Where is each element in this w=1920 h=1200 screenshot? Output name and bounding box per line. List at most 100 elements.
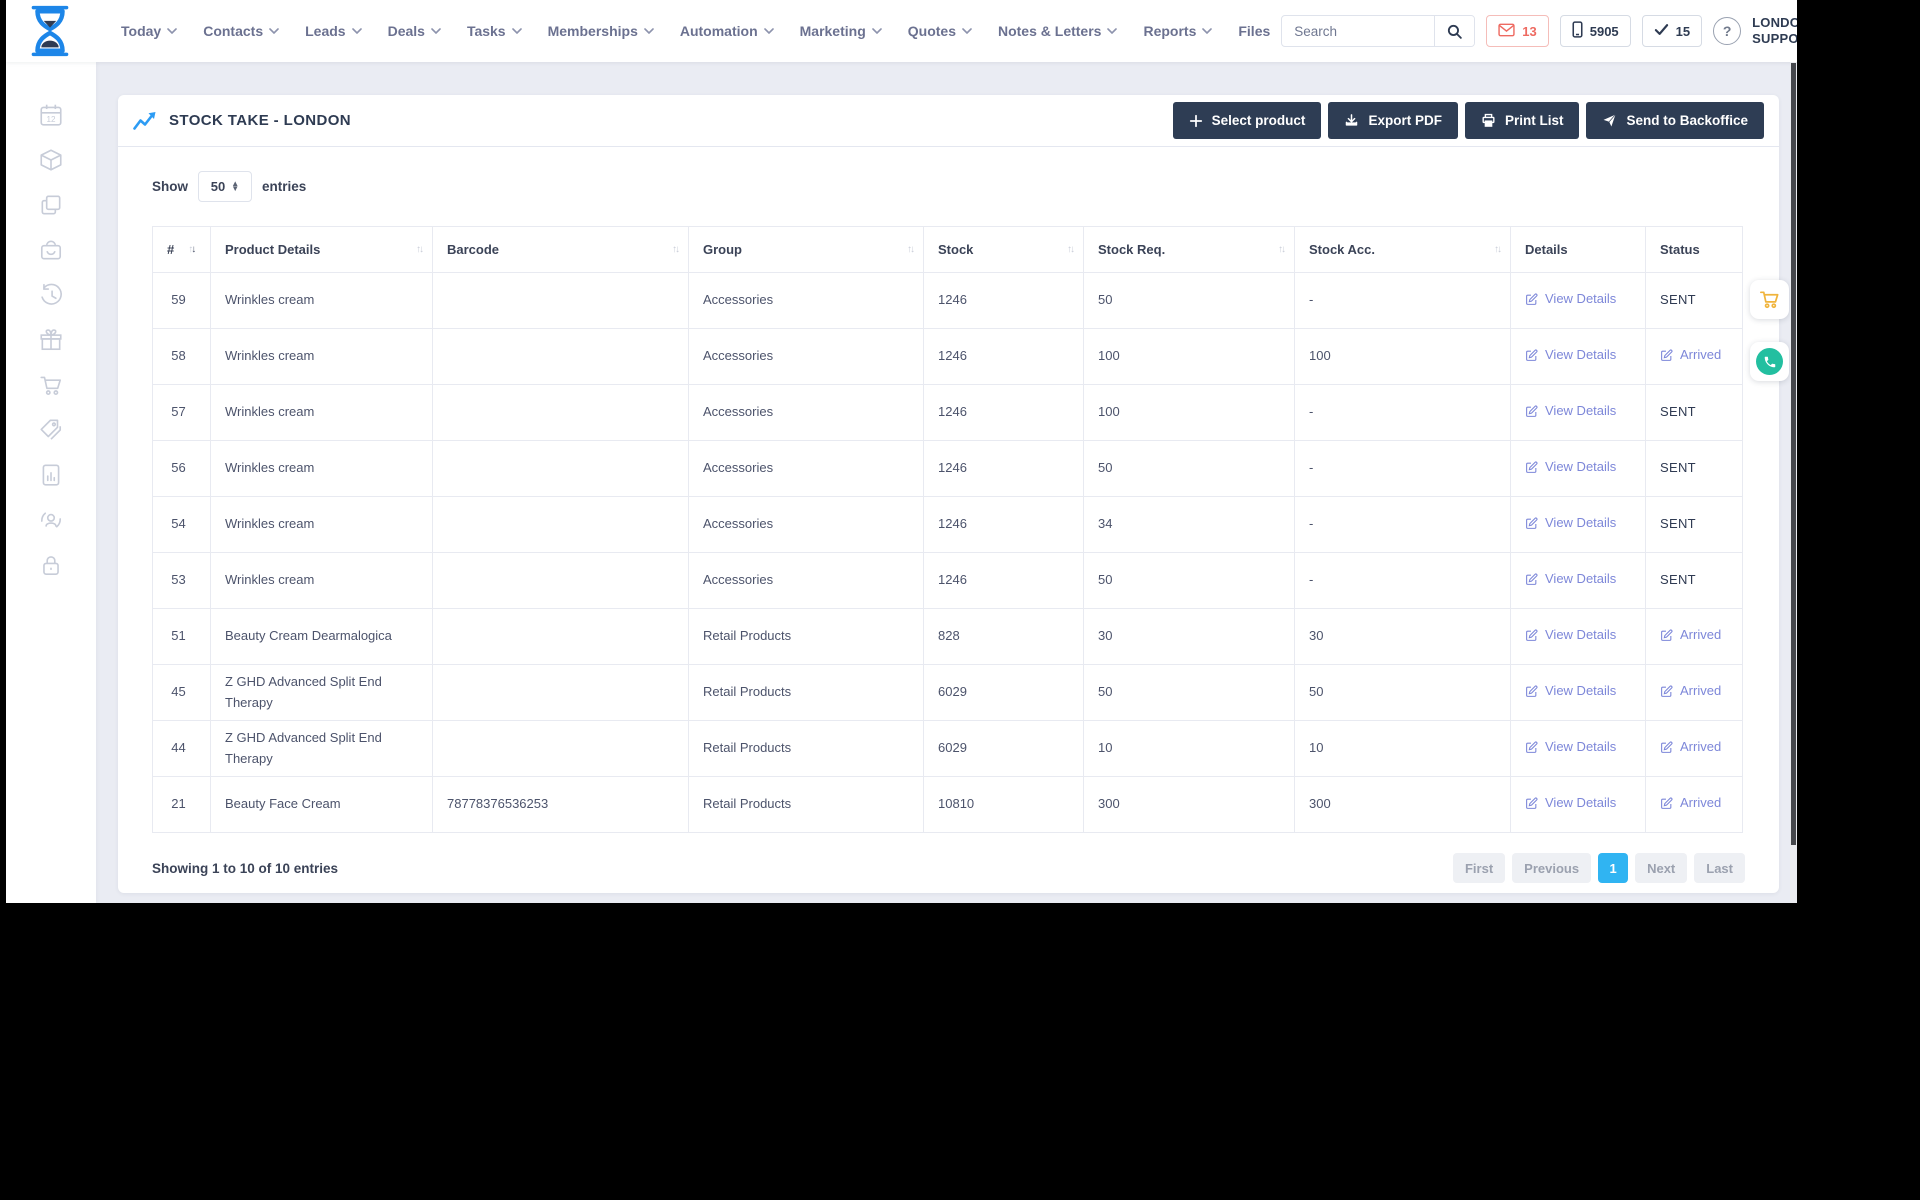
cell-group: Accessories xyxy=(688,440,924,497)
column-header-stock-req[interactable]: Stock Req. ↑ ↓ xyxy=(1083,226,1295,273)
cell-number: 21 xyxy=(152,776,211,833)
pagination-1[interactable]: 1 xyxy=(1598,853,1629,883)
floating-cart-button[interactable] xyxy=(1750,280,1789,319)
cell-number: 45 xyxy=(152,664,211,721)
view-details-link[interactable]: View Details xyxy=(1525,737,1616,757)
account-sync-icon[interactable] xyxy=(38,507,64,533)
export-pdf-button[interactable]: Export PDF xyxy=(1328,102,1458,139)
gift-icon[interactable] xyxy=(38,327,64,353)
tags-icon[interactable] xyxy=(38,417,64,443)
send-to-backoffice-button[interactable]: Send to Backoffice xyxy=(1586,102,1764,139)
view-details-link[interactable]: View Details xyxy=(1525,457,1616,477)
pagination-first[interactable]: First xyxy=(1452,853,1506,883)
cell-stock-acc: 10 xyxy=(1294,720,1511,777)
pagination-last[interactable]: Last xyxy=(1694,853,1745,883)
edit-icon xyxy=(1660,629,1673,642)
view-details-link[interactable]: View Details xyxy=(1525,793,1616,813)
help-icon[interactable]: ? xyxy=(1713,17,1742,45)
cell-product: Wrinkles cream xyxy=(210,496,433,553)
status-arrived-link[interactable]: Arrived xyxy=(1660,793,1721,813)
print-list-button[interactable]: Print List xyxy=(1464,102,1580,139)
cell-group: Accessories xyxy=(688,496,924,553)
status-text: SENT xyxy=(1660,516,1696,532)
column-header-stock-acc[interactable]: Stock Acc. ↑ ↓ xyxy=(1294,226,1511,273)
table-row: 56 Wrinkles cream Accessories 1246 50- View D… xyxy=(152,440,1743,497)
chevron-down-icon xyxy=(269,28,279,34)
chevron-down-icon xyxy=(962,28,972,34)
report-icon[interactable] xyxy=(38,462,64,488)
nav-item-leads[interactable]: Leads xyxy=(294,15,372,47)
nav-item-deals[interactable]: Deals xyxy=(377,15,452,47)
column-header-num[interactable]: # ↑ ↓ xyxy=(152,226,211,273)
lock-icon[interactable] xyxy=(38,552,64,578)
column-header-group[interactable]: Group ↑ ↓ xyxy=(688,226,924,273)
sort-arrows-icon: ↑ ↓ xyxy=(672,244,680,255)
nav-item-tasks[interactable]: Tasks xyxy=(456,15,533,47)
view-details-link[interactable]: View Details xyxy=(1525,569,1616,589)
column-header-barcode[interactable]: Barcode ↑ ↓ xyxy=(432,226,689,273)
nav-item-memberships[interactable]: Memberships xyxy=(537,15,665,47)
view-details-link[interactable]: View Details xyxy=(1525,345,1616,365)
floating-phone-button[interactable] xyxy=(1750,342,1789,381)
cell-stock: 1246 xyxy=(923,384,1084,441)
nav-item-automation[interactable]: Automation xyxy=(669,15,785,47)
show-label: Show xyxy=(152,179,188,194)
nav-item-today[interactable]: Today xyxy=(110,15,188,47)
cell-product: Wrinkles cream xyxy=(210,272,433,329)
plus-icon xyxy=(1189,114,1203,128)
cell-product: Wrinkles cream xyxy=(210,440,433,497)
cash-register-icon[interactable] xyxy=(38,237,64,263)
cell-group: Retail Products xyxy=(688,664,924,721)
nav-item-reports[interactable]: Reports xyxy=(1132,15,1223,47)
search-icon[interactable] xyxy=(1434,16,1475,46)
status-arrived-link[interactable]: Arrived xyxy=(1660,625,1721,645)
search-input[interactable] xyxy=(1282,23,1435,39)
view-details-link[interactable]: View Details xyxy=(1525,513,1616,533)
select-product-button[interactable]: Select product xyxy=(1172,102,1322,139)
cell-number: 54 xyxy=(152,496,211,553)
cart-icon[interactable] xyxy=(38,372,64,398)
copy-icon[interactable] xyxy=(38,192,64,218)
pagination-next[interactable]: Next xyxy=(1635,853,1688,883)
column-header-stock[interactable]: Stock ↑ ↓ xyxy=(923,226,1084,273)
scrollbar-thumb[interactable] xyxy=(1791,63,1796,845)
cell-stock-req: 50 xyxy=(1083,664,1295,721)
package-icon[interactable] xyxy=(38,147,64,173)
cell-status: Arrived xyxy=(1645,776,1743,833)
view-details-link[interactable]: View Details xyxy=(1525,289,1616,309)
card-body: Show 50 ▲ ▼ entries # ↑ ↓ Product Details ↑ ↓ B… xyxy=(118,171,1779,883)
tasks-badge[interactable]: 15 xyxy=(1641,15,1703,47)
cell-stock: 6029 xyxy=(923,664,1084,721)
cell-stock-req: 50 xyxy=(1083,440,1295,497)
status-text: SENT xyxy=(1660,572,1696,588)
nav-item-marketing[interactable]: Marketing xyxy=(789,15,893,47)
status-arrived-link[interactable]: Arrived xyxy=(1660,737,1721,757)
cell-details: View Details xyxy=(1510,552,1646,609)
status-arrived-link[interactable]: Arrived xyxy=(1660,345,1721,365)
cell-number: 58 xyxy=(152,328,211,385)
cell-stock: 10810 xyxy=(923,776,1084,833)
nav-item-files[interactable]: Files xyxy=(1227,15,1281,47)
view-details-link[interactable]: View Details xyxy=(1525,681,1616,701)
cell-product: Beauty Cream Dearmalogica xyxy=(210,608,433,665)
history-icon[interactable] xyxy=(38,282,64,308)
status-arrived-link[interactable]: Arrived xyxy=(1660,681,1721,701)
nav-item-notes-letters[interactable]: Notes & Letters xyxy=(987,15,1128,47)
chevron-down-icon xyxy=(1107,28,1118,34)
cell-stock: 1246 xyxy=(923,272,1084,329)
calendar-icon[interactable]: 12 xyxy=(38,102,64,128)
cell-barcode xyxy=(432,272,689,329)
entries-select[interactable]: 50 ▲ ▼ xyxy=(198,171,252,202)
showing-entries-text: Showing 1 to 10 of 10 entries xyxy=(152,860,339,876)
scrollbar-track[interactable] xyxy=(1790,62,1797,903)
nav-item-contacts[interactable]: Contacts xyxy=(192,15,290,47)
pagination-previous[interactable]: Previous xyxy=(1512,853,1592,883)
nav-item-quotes[interactable]: Quotes xyxy=(897,15,983,47)
hourglass-logo-icon[interactable] xyxy=(26,4,74,58)
mail-badge[interactable]: 13 xyxy=(1486,15,1549,47)
cell-stock: 828 xyxy=(923,608,1084,665)
view-details-link[interactable]: View Details xyxy=(1525,401,1616,421)
phone-badge[interactable]: 5905 xyxy=(1559,15,1631,47)
view-details-link[interactable]: View Details xyxy=(1525,625,1616,645)
column-header-product-details[interactable]: Product Details ↑ ↓ xyxy=(210,226,433,273)
